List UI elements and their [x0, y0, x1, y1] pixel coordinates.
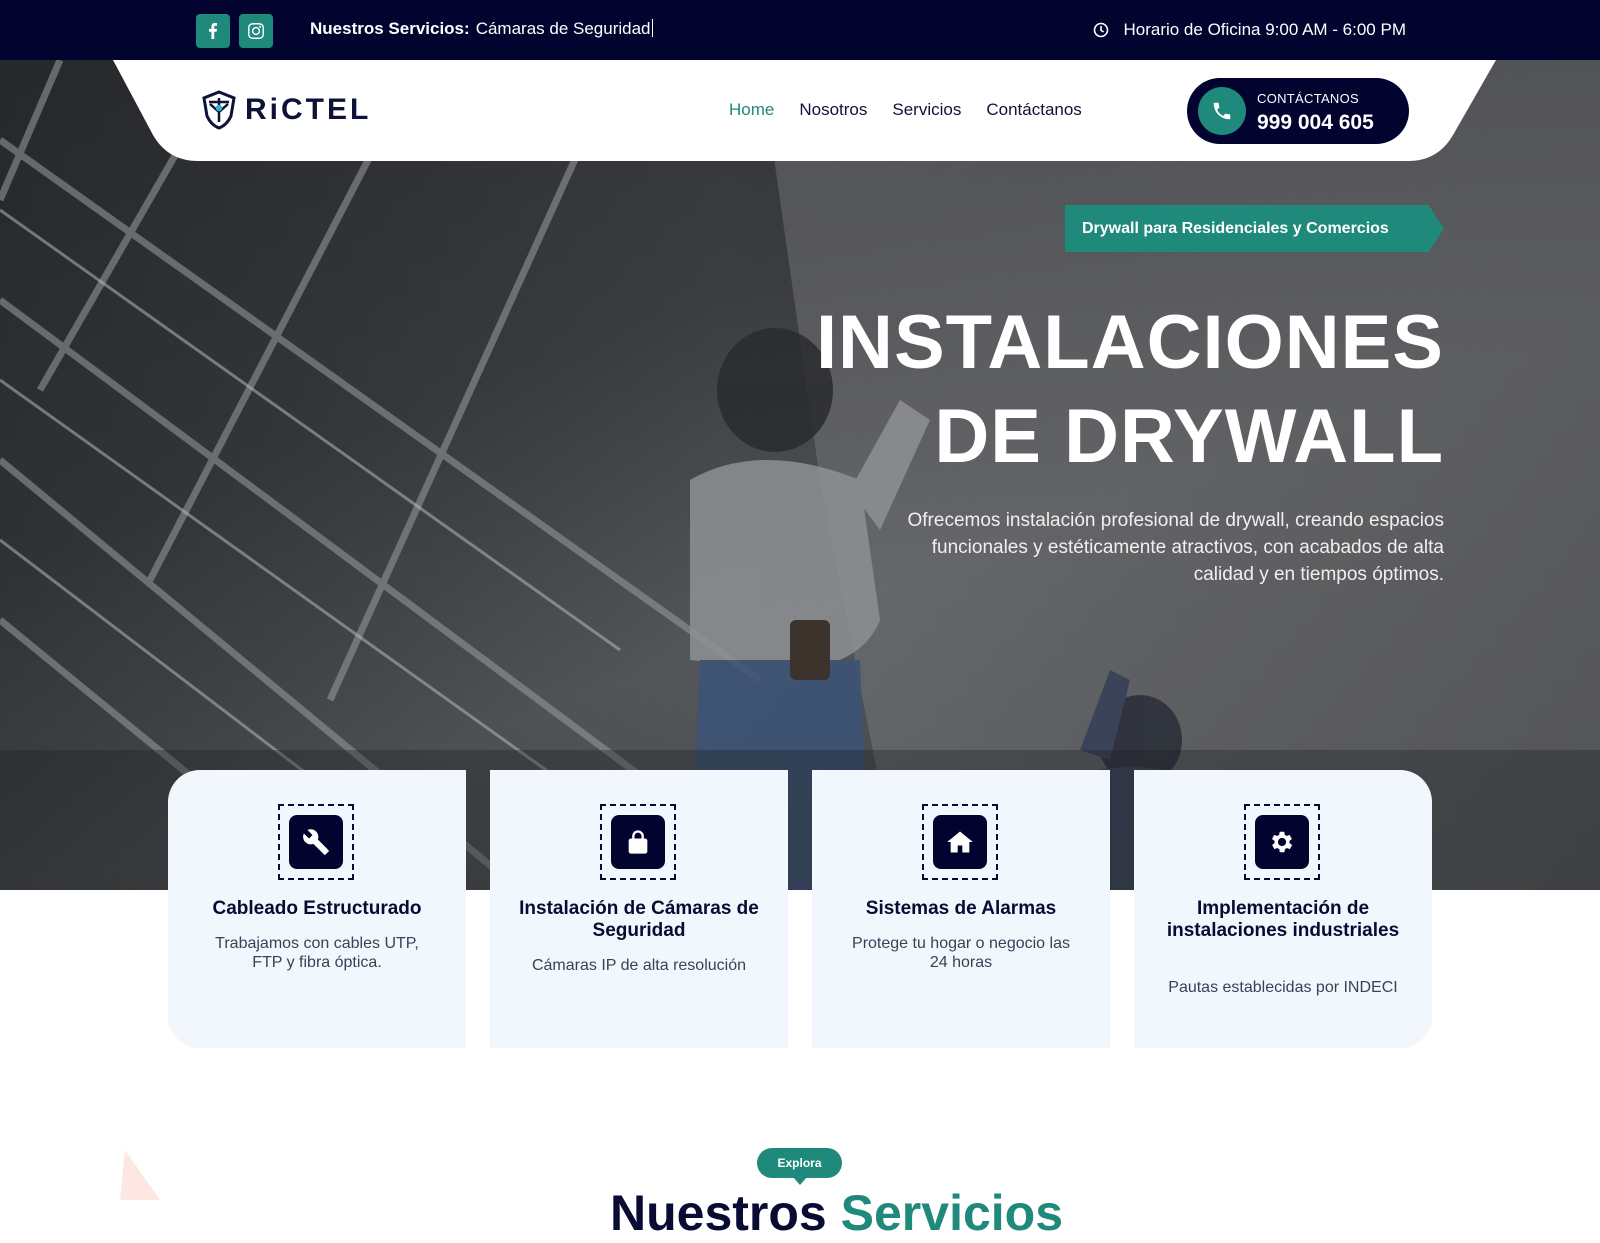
section-title-part2: Servicios: [840, 1185, 1064, 1241]
lock-icon: [628, 830, 648, 854]
service-description: Trabajamos con cables UTP, FTP y fibra ó…: [215, 935, 419, 971]
nav-contactanos[interactable]: Contáctanos: [986, 100, 1081, 120]
text-cursor: [651, 19, 653, 37]
contact-phone-button[interactable]: CONTÁCTANOS 999 004 605: [1187, 78, 1409, 144]
service-icon-box: [922, 804, 998, 880]
wrench-icon: [303, 829, 329, 855]
service-card-industriales[interactable]: Implementación de instalaciones industri…: [1134, 770, 1432, 1048]
service-icon-box: [278, 804, 354, 880]
hero-tag: Drywall para Residenciales y Comercios: [1065, 205, 1444, 252]
section-title-part1: Nuestros: [610, 1185, 827, 1241]
shield-logo-icon: [202, 90, 236, 130]
hero-headline-line1: INSTALACIONES: [815, 300, 1444, 385]
hero-headline-line2: DE DRYWALL: [934, 394, 1444, 479]
office-hours-text: Horario de Oficina 9:00 AM - 6:00 PM: [1123, 20, 1406, 39]
clock-icon: [1094, 22, 1109, 38]
service-description: Cámaras IP de alta resolución: [531, 957, 747, 974]
facebook-button[interactable]: [196, 14, 230, 48]
logo-text: RiCTEL: [245, 93, 372, 126]
facebook-icon: [209, 23, 217, 39]
service-description: Protege tu hogar o negocio las 24 horas: [852, 935, 1070, 971]
nav-nosotros[interactable]: Nosotros: [799, 100, 867, 120]
service-title: Cableado Estructurado: [212, 898, 422, 919]
service-title: Instalación de Cámaras de Seguridad: [519, 898, 759, 941]
service-title: Implementación de instalaciones industri…: [1166, 898, 1400, 941]
service-card-camaras[interactable]: Instalación de Cámaras de Seguridad Cáma…: [490, 770, 788, 1048]
top-bar: Nuestros Servicios: Cámaras de Seguridad …: [0, 0, 1600, 60]
office-hours: Horario de Oficina 9:00 AM - 6:00 PM: [1093, 20, 1406, 40]
main-header: RiCTEL Home Nosotros Servicios Contáctan…: [113, 60, 1496, 161]
gear-icon: [1271, 831, 1293, 853]
rictel-logo[interactable]: RiCTEL: [201, 90, 371, 130]
service-icon-box: [600, 804, 676, 880]
phone-icon-circle: [1198, 87, 1246, 135]
ticker-value: Cámaras de Seguridad: [475, 19, 651, 38]
service-icon-box: [1244, 804, 1320, 880]
hero-headline: INSTALACIONES DE DRYWALL: [816, 296, 1444, 484]
nav-home[interactable]: Home: [729, 100, 774, 120]
main-nav: Home Nosotros Servicios Contáctanos: [729, 100, 1082, 120]
hero-description: Ofrecemos instalación profesional de dry…: [907, 510, 1445, 585]
instagram-button[interactable]: [239, 14, 273, 48]
contact-phone-number: 999 004 605: [1257, 111, 1374, 134]
service-card-alarmas[interactable]: Sistemas de Alarmas Protege tu hogar o n…: [812, 770, 1110, 1048]
nav-servicios[interactable]: Servicios: [892, 100, 961, 120]
services-ticker: Nuestros Servicios: Cámaras de Seguridad: [310, 19, 653, 39]
phone-icon: [1213, 102, 1231, 120]
service-description: Pautas establecidas por INDECI: [1168, 979, 1398, 996]
contact-label: CONTÁCTANOS: [1257, 91, 1360, 106]
instagram-icon: [248, 23, 264, 39]
ticker-label: Nuestros Servicios:: [310, 19, 470, 38]
section-title: Nuestros Servicios: [610, 1183, 1063, 1243]
service-title: Sistemas de Alarmas: [865, 898, 1057, 919]
explora-badge: Explora: [757, 1148, 842, 1185]
service-card-cableado[interactable]: Cableado Estructurado Trabajamos con cab…: [168, 770, 466, 1048]
home-icon: [947, 831, 973, 853]
decorative-shape: [120, 1150, 160, 1200]
